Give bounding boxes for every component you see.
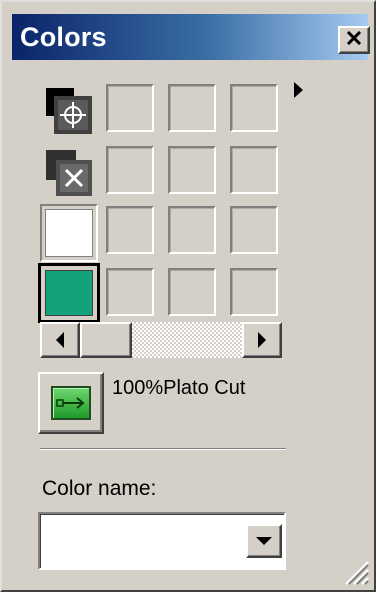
color-swatch[interactable] [230, 206, 278, 254]
color-name-combobox[interactable] [38, 512, 286, 570]
color-swatch[interactable] [230, 146, 278, 194]
color-swatch[interactable] [168, 206, 216, 254]
color-swatch[interactable] [106, 206, 154, 254]
scroll-right-button[interactable] [242, 322, 282, 358]
flyout-menu-arrow-icon[interactable] [294, 82, 303, 98]
active-color-swatch[interactable] [38, 263, 100, 323]
current-color-info: 100%Plato Cut [112, 377, 246, 399]
scroll-left-icon [56, 332, 64, 348]
title-bar[interactable]: Colors [12, 14, 370, 60]
resize-grip-icon[interactable] [340, 556, 370, 586]
color-swatch[interactable] [230, 84, 278, 132]
registration-swatch-icon [46, 88, 92, 134]
color-swatch[interactable] [106, 146, 154, 194]
fill-swatch-color [45, 209, 93, 257]
palette-scrollbar[interactable] [40, 322, 282, 358]
apply-color-icon [51, 386, 91, 420]
color-name-dropdown-button[interactable] [246, 524, 282, 558]
scroll-thumb[interactable] [80, 322, 132, 358]
close-icon [346, 30, 362, 50]
scroll-left-button[interactable] [40, 322, 80, 358]
color-swatch[interactable] [168, 146, 216, 194]
color-name-label: Color name: [42, 477, 157, 500]
color-swatch[interactable] [106, 268, 154, 316]
chevron-down-icon [256, 537, 272, 545]
window-title: Colors [20, 22, 107, 52]
fill-swatch[interactable] [40, 204, 98, 262]
active-color-fill [45, 270, 93, 316]
color-swatch[interactable] [106, 84, 154, 132]
close-button[interactable] [338, 26, 370, 54]
color-swatch[interactable] [230, 268, 278, 316]
color-swatch[interactable] [168, 84, 216, 132]
none-swatch-icon [46, 150, 92, 196]
scroll-right-icon [258, 332, 266, 348]
colors-palette-window: Colors 100%Plato Cut Color name: [0, 0, 376, 592]
registration-swatch[interactable] [40, 82, 96, 138]
color-swatch[interactable] [168, 268, 216, 316]
none-swatch[interactable] [40, 144, 96, 200]
apply-color-button[interactable] [38, 372, 104, 434]
divider [40, 448, 286, 450]
